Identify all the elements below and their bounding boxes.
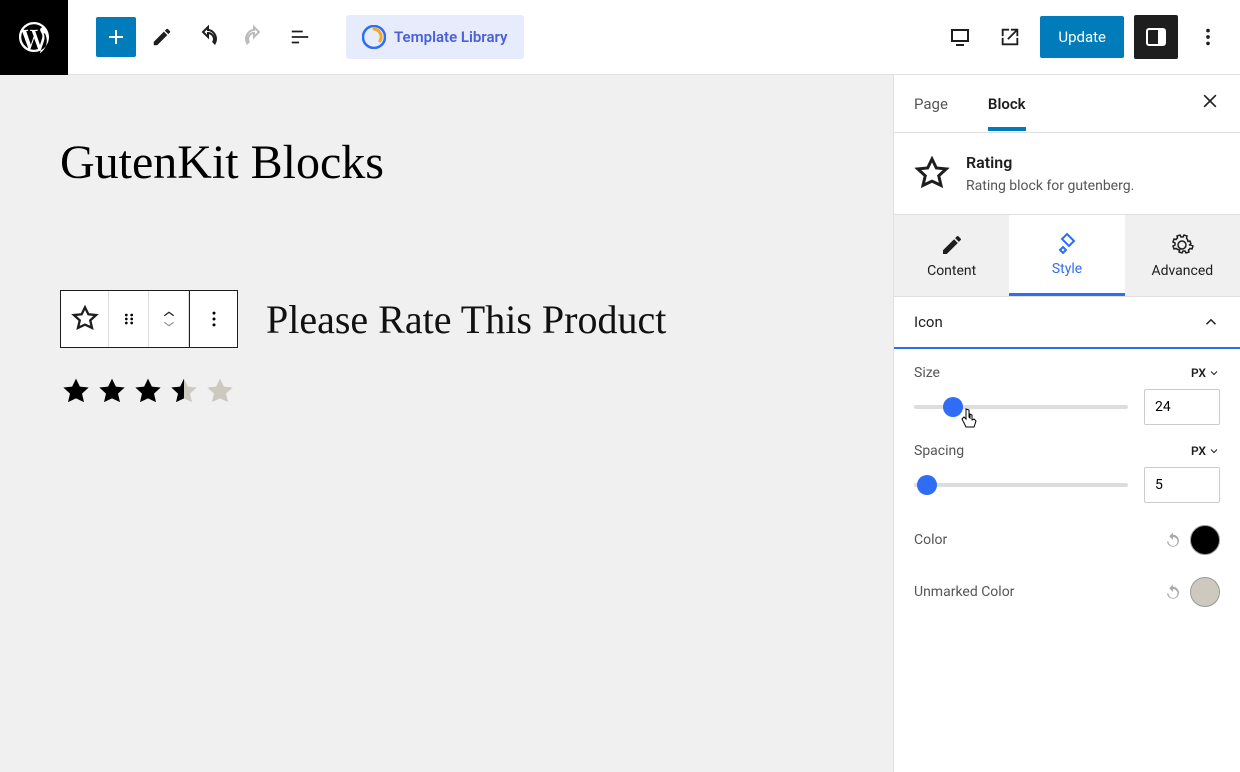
external-link-icon	[999, 26, 1021, 48]
block-header: Rating Rating block for gutenberg.	[894, 133, 1240, 215]
undo-icon	[196, 25, 220, 49]
close-icon	[1200, 91, 1220, 111]
toolbar-left-group: Template Library	[68, 15, 524, 59]
gear-icon	[1170, 233, 1194, 257]
spacing-label: Spacing	[914, 443, 964, 459]
panel-title: Icon	[914, 313, 943, 331]
size-slider[interactable]	[914, 397, 1128, 417]
sub-tab-content[interactable]: Content	[894, 215, 1009, 296]
panel-icon-header[interactable]: Icon	[894, 297, 1240, 349]
chevron-up-icon	[162, 309, 176, 319]
spacing-input[interactable]	[1144, 467, 1220, 503]
edit-mode-button[interactable]	[142, 17, 182, 57]
wordpress-logo[interactable]	[0, 0, 68, 75]
unmarked-color-label: Unmarked Color	[914, 584, 1014, 600]
tab-page[interactable]: Page	[914, 77, 948, 131]
size-unit-select[interactable]: PX	[1191, 366, 1220, 380]
main-area: GutenKit Blocks Please Rate This Product	[0, 75, 1240, 772]
top-toolbar: Template Library Update	[0, 0, 1240, 75]
sub-tab-style[interactable]: Style	[1009, 215, 1124, 296]
redo-icon	[242, 25, 266, 49]
list-view-button[interactable]	[280, 17, 320, 57]
color-control: Color	[914, 525, 1220, 555]
chevron-down-icon	[162, 319, 176, 329]
size-input[interactable]	[1144, 389, 1220, 425]
block-more-button[interactable]	[189, 291, 237, 347]
template-library-button[interactable]: Template Library	[346, 15, 524, 59]
pencil-icon	[151, 26, 173, 48]
kebab-icon	[204, 309, 224, 329]
reset-icon[interactable]	[1164, 531, 1182, 549]
block-description: Rating block for gutenberg.	[966, 178, 1134, 194]
sidebar-icon	[1144, 25, 1168, 49]
sub-tab-advanced[interactable]: Advanced	[1125, 215, 1240, 296]
sub-tab-style-label: Style	[1052, 261, 1082, 277]
color-label: Color	[914, 532, 947, 548]
rating-block-label[interactable]: Please Rate This Product	[266, 296, 666, 343]
rating-block-row: Please Rate This Product	[60, 290, 833, 348]
panel-icon-body: Size PX Spacing PX	[894, 349, 1240, 623]
template-library-label: Template Library	[394, 28, 508, 46]
spacing-slider[interactable]	[914, 475, 1128, 495]
rating-block-icon	[914, 156, 950, 192]
settings-sidebar-toggle[interactable]	[1134, 15, 1178, 59]
drag-icon	[121, 311, 137, 327]
undo-button[interactable]	[188, 17, 228, 57]
star-1	[60, 376, 92, 408]
block-name: Rating	[966, 153, 1134, 172]
size-label: Size	[914, 365, 940, 381]
redo-button[interactable]	[234, 17, 274, 57]
reset-icon[interactable]	[1164, 583, 1182, 601]
chevron-up-icon	[1202, 313, 1220, 331]
more-options-button[interactable]	[1188, 17, 1228, 57]
star-outline-icon	[71, 305, 99, 333]
sidebar-tabs: Page Block	[894, 75, 1240, 133]
close-sidebar-button[interactable]	[1200, 91, 1220, 117]
unmarked-color-swatch[interactable]	[1190, 577, 1220, 607]
unmarked-color-control: Unmarked Color	[914, 577, 1220, 607]
external-preview-button[interactable]	[990, 17, 1030, 57]
add-block-button[interactable]	[96, 17, 136, 57]
desktop-preview-button[interactable]	[940, 17, 980, 57]
style-icon	[1055, 231, 1079, 255]
kebab-icon	[1197, 26, 1219, 48]
chevron-down-icon	[1208, 367, 1220, 379]
editor-canvas[interactable]: GutenKit Blocks Please Rate This Product	[0, 75, 893, 772]
desktop-icon	[948, 25, 972, 49]
drag-handle[interactable]	[109, 291, 149, 347]
color-swatch[interactable]	[1190, 525, 1220, 555]
spacing-control: Spacing PX	[914, 443, 1220, 503]
tab-block[interactable]: Block	[988, 77, 1026, 131]
update-button[interactable]: Update	[1040, 16, 1124, 58]
page-title[interactable]: GutenKit Blocks	[60, 135, 833, 190]
rating-stars[interactable]	[60, 376, 833, 408]
block-type-button[interactable]	[61, 291, 109, 347]
wordpress-icon	[16, 19, 52, 55]
settings-sidebar: Page Block Rating Rating block for guten…	[893, 75, 1240, 772]
size-control: Size PX	[914, 365, 1220, 425]
size-slider-thumb[interactable]	[943, 397, 963, 417]
block-sub-tabs: Content Style Advanced	[894, 215, 1240, 297]
star-2	[96, 376, 128, 408]
chevron-down-icon	[1208, 445, 1220, 457]
star-3	[132, 376, 164, 408]
spacing-slider-thumb[interactable]	[917, 475, 937, 495]
move-block-buttons[interactable]	[149, 291, 189, 347]
pencil-icon	[940, 233, 964, 257]
toolbar-right-group: Update	[940, 15, 1240, 59]
star-5-empty	[204, 376, 236, 408]
block-toolbar	[60, 290, 238, 348]
spacing-unit-select[interactable]: PX	[1191, 444, 1220, 458]
star-4-half	[168, 376, 200, 408]
template-library-icon	[362, 25, 386, 49]
plus-icon	[104, 25, 128, 49]
sub-tab-advanced-label: Advanced	[1151, 263, 1213, 279]
list-icon	[289, 26, 311, 48]
sub-tab-content-label: Content	[927, 263, 976, 279]
